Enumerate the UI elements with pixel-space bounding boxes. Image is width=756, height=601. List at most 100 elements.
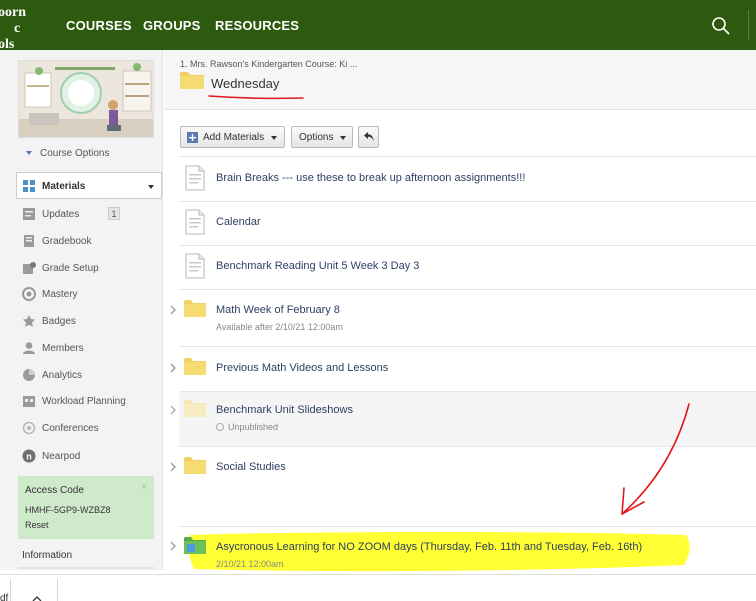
folder-icon bbox=[180, 72, 204, 89]
sidebar-item-grade-setup[interactable]: Grade Setup bbox=[20, 259, 160, 277]
material-title[interactable]: Previous Math Videos and Lessons bbox=[216, 362, 388, 374]
reset-link[interactable]: Reset bbox=[25, 520, 49, 530]
material-title[interactable]: Brain Breaks --- use these to break up a… bbox=[216, 172, 525, 184]
sidebar-item-label: Updates bbox=[42, 209, 80, 220]
count-badge: 1 bbox=[108, 207, 120, 220]
material-title[interactable]: Social Studies bbox=[216, 461, 286, 473]
material-title[interactable]: Benchmark Unit Slideshows bbox=[216, 404, 353, 416]
page-title: Wednesday bbox=[211, 76, 280, 91]
downloads-bar: df bbox=[0, 574, 756, 601]
material-title[interactable]: Benchmark Reading Unit 5 Week 3 Day 3 bbox=[216, 260, 419, 272]
add-materials-icon bbox=[187, 132, 198, 143]
sidebar-item-members[interactable]: Members bbox=[20, 339, 160, 357]
material-title[interactable]: Asycronous Learning for NO ZOOM days (Th… bbox=[216, 541, 642, 553]
folder-icon bbox=[184, 300, 206, 317]
course-options-label: Course Options bbox=[40, 148, 110, 159]
material-title[interactable]: Calendar bbox=[216, 216, 261, 228]
course-picture[interactable] bbox=[18, 60, 154, 138]
back-button[interactable] bbox=[358, 126, 379, 148]
page-document-icon bbox=[185, 253, 205, 279]
nav-courses[interactable]: COURSES bbox=[66, 18, 132, 33]
sidebar-item-label: Gradebook bbox=[42, 236, 92, 247]
access-code-value: HMHF-5GP9-WZBZ8 bbox=[25, 505, 111, 515]
unpublished-icon bbox=[216, 423, 224, 431]
materials-icon bbox=[23, 180, 35, 192]
sidebar-item-badges[interactable]: Badges bbox=[20, 312, 160, 330]
download-file-name[interactable]: df bbox=[0, 593, 8, 601]
close-icon[interactable]: × bbox=[141, 482, 147, 493]
unpublished-label: Unpublished bbox=[228, 422, 279, 432]
sidebar-item-label: Mastery bbox=[42, 289, 78, 300]
red-underline-annotation bbox=[208, 95, 304, 100]
gradebook-icon bbox=[24, 235, 34, 247]
row-divider bbox=[179, 346, 756, 347]
svg-text:n: n bbox=[26, 452, 32, 462]
add-materials-label: Add Materials bbox=[203, 132, 265, 143]
mastery-icon bbox=[22, 287, 36, 301]
options-label: Options bbox=[299, 132, 334, 143]
folder-icon bbox=[184, 457, 206, 474]
analytics-icon bbox=[23, 369, 35, 381]
sidebar-item-gradebook[interactable]: Gradebook bbox=[20, 232, 160, 250]
sidebar-item-analytics[interactable]: Analytics bbox=[20, 366, 160, 384]
nav-divider bbox=[748, 10, 756, 40]
logo-line-2: c bbox=[14, 21, 21, 36]
chevron-right-icon[interactable] bbox=[169, 305, 177, 315]
row-divider bbox=[179, 156, 756, 157]
top-nav: oorn c ols COURSES GROUPS RESOURCES bbox=[0, 0, 756, 53]
sidebar-item-label: Analytics bbox=[42, 370, 83, 381]
logo-line-1: oorn bbox=[0, 5, 26, 20]
downloads-divider bbox=[57, 579, 58, 601]
badges-icon bbox=[23, 315, 35, 327]
sidebar-item-mastery[interactable]: Mastery bbox=[20, 285, 160, 303]
availability-text: Available after 2/10/21 12:00am bbox=[216, 322, 343, 332]
workload-icon bbox=[23, 396, 35, 407]
sidebar-item-materials[interactable]: Materials bbox=[16, 172, 162, 199]
sidebar-item-workload-planning[interactable]: Workload Planning bbox=[20, 392, 160, 410]
availability-text: 2/10/21 12:00am bbox=[216, 559, 284, 569]
page-document-icon bbox=[185, 165, 205, 191]
chevron-down-icon bbox=[340, 136, 346, 140]
classroom-bitmoji-image bbox=[19, 61, 153, 137]
folder-icon bbox=[184, 358, 206, 375]
add-materials-button[interactable]: Add Materials bbox=[180, 126, 285, 148]
chevron-down-icon bbox=[148, 185, 154, 189]
left-sidebar: Course Options Materials Updates 1 Grade… bbox=[0, 50, 163, 570]
chevron-right-icon[interactable] bbox=[169, 363, 177, 373]
information-heading: Information bbox=[22, 550, 73, 561]
access-code-title: Access Code bbox=[25, 485, 84, 496]
sidebar-item-label: Nearpod bbox=[42, 451, 81, 462]
row-divider bbox=[179, 289, 756, 290]
chevron-right-icon[interactable] bbox=[169, 405, 177, 415]
sidebar-item-nearpod[interactable]: n Nearpod bbox=[20, 447, 160, 465]
grade-setup-icon bbox=[23, 262, 36, 274]
chevron-right-icon[interactable] bbox=[169, 541, 177, 551]
course-options-menu[interactable]: Course Options bbox=[26, 148, 109, 159]
sidebar-item-conferences[interactable]: Conferences bbox=[20, 419, 160, 437]
conferences-icon bbox=[22, 421, 36, 435]
red-arrow-annotation bbox=[621, 403, 690, 515]
sidebar-item-label: Members bbox=[42, 343, 84, 354]
nav-groups[interactable]: GROUPS bbox=[143, 18, 201, 33]
chevron-up-icon[interactable] bbox=[32, 595, 42, 601]
page: oorn c ols COURSES GROUPS RESOURCES Cour… bbox=[0, 0, 756, 601]
nav-resources[interactable]: RESOURCES bbox=[215, 18, 299, 33]
folder-unpublished-icon bbox=[184, 400, 206, 417]
reply-arrow-icon bbox=[364, 132, 374, 141]
updates-icon bbox=[23, 208, 35, 220]
breadcrumb[interactable]: 1. Mrs. Rawson's Kindergarten Course: Ki… bbox=[180, 59, 357, 69]
sidebar-item-updates[interactable]: Updates 1 bbox=[20, 205, 160, 223]
options-button[interactable]: Options bbox=[291, 126, 353, 148]
school-logo[interactable]: oorn c ols bbox=[0, 5, 26, 53]
search-icon[interactable] bbox=[711, 16, 731, 36]
chevron-right-icon[interactable] bbox=[169, 462, 177, 472]
page-document-icon bbox=[185, 209, 205, 235]
caret-down-icon bbox=[26, 151, 32, 156]
row-divider bbox=[179, 201, 756, 202]
members-icon bbox=[23, 342, 35, 354]
access-code-panel: Access Code × HMHF-5GP9-WZBZ8 Reset bbox=[18, 476, 154, 539]
sidebar-item-label: Conferences bbox=[42, 423, 99, 434]
chevron-down-icon bbox=[271, 136, 277, 140]
material-title[interactable]: Math Week of February 8 bbox=[216, 304, 340, 316]
information-divider bbox=[18, 567, 154, 569]
